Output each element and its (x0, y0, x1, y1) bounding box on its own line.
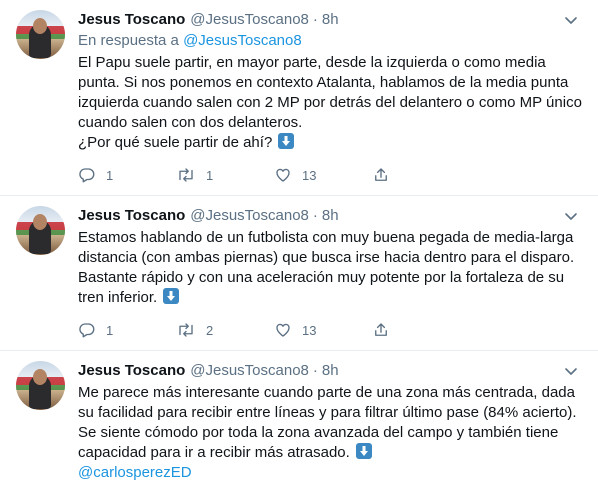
down-arrow-emoji-icon (278, 133, 295, 149)
heart-icon (274, 321, 292, 339)
retweet-icon (176, 321, 196, 339)
chevron-down-icon[interactable] (560, 361, 582, 381)
share-icon (372, 321, 390, 339)
retweet-count: 1 (206, 167, 214, 183)
share-button[interactable] (372, 166, 470, 184)
separator-dot: · (312, 207, 318, 224)
author-name[interactable]: Jesus Toscano (78, 10, 185, 30)
reply-icon (78, 166, 96, 184)
reply-count: 1 (106, 322, 114, 338)
author-handle[interactable]: @JesusToscano8 (190, 10, 309, 30)
author-handle[interactable]: @JesusToscano8 (190, 361, 309, 381)
avatar[interactable] (16, 361, 65, 410)
tweet-actions: 1 2 13 (78, 314, 582, 346)
author-name[interactable]: Jesus Toscano (78, 206, 185, 226)
retweet-icon (176, 166, 196, 184)
like-button[interactable]: 13 (274, 321, 372, 339)
reply-button[interactable]: 1 (78, 166, 176, 184)
retweet-count: 2 (206, 322, 214, 338)
down-arrow-emoji-icon (355, 443, 372, 459)
reply-button[interactable]: 1 (78, 321, 176, 339)
heart-icon (274, 166, 292, 184)
tweet-actions: 1 1 13 (78, 159, 582, 191)
share-icon (372, 166, 390, 184)
like-count: 13 (302, 167, 317, 183)
chevron-down-icon[interactable] (560, 10, 582, 30)
reply-icon (78, 321, 96, 339)
down-arrow-emoji-icon (163, 288, 180, 304)
tweet-text: Estamos hablando de un futbolista con mu… (78, 228, 582, 308)
tweet-text: Me parece más interesante cuando parte d… (78, 383, 582, 483)
tweet-header: Jesus Toscano @JesusToscano8 · 8h (78, 206, 582, 226)
share-button[interactable] (372, 321, 470, 339)
tweet-text: El Papu suele partir, en mayor parte, de… (78, 53, 582, 153)
separator-dot: · (312, 11, 318, 28)
timestamp[interactable]: 8h (322, 361, 339, 381)
mention-link[interactable]: @carlosperezED (78, 464, 192, 481)
retweet-button[interactable]: 2 (176, 321, 274, 339)
reply-context: En respuesta a @JesusToscano8 (78, 31, 582, 51)
separator-dot: · (312, 362, 318, 379)
tweet-header: Jesus Toscano @JesusToscano8 · 8h (78, 361, 582, 381)
tweet-header: Jesus Toscano @JesusToscano8 · 8h (78, 10, 582, 30)
tweet[interactable]: Jesus Toscano @JesusToscano8 · 8h Estamo… (0, 196, 598, 351)
chevron-down-icon[interactable] (560, 206, 582, 226)
like-count: 13 (302, 322, 317, 338)
reply-count: 1 (106, 167, 114, 183)
timestamp[interactable]: 8h (322, 206, 339, 226)
author-name[interactable]: Jesus Toscano (78, 361, 185, 381)
avatar[interactable] (16, 206, 65, 255)
tweet[interactable]: Jesus Toscano @JesusToscano8 · 8h En res… (0, 0, 598, 196)
tweet-text-content: Me parece más interesante cuando parte d… (78, 384, 577, 461)
tweet-text-content: El Papu suele partir, en mayor parte, de… (78, 54, 582, 151)
reply-prefix: En respuesta a (78, 32, 179, 49)
like-button[interactable]: 13 (274, 166, 372, 184)
tweet[interactable]: Jesus Toscano @JesusToscano8 · 8h Me par… (0, 351, 598, 483)
avatar[interactable] (16, 10, 65, 59)
author-handle[interactable]: @JesusToscano8 (190, 206, 309, 226)
retweet-button[interactable]: 1 (176, 166, 274, 184)
tweet-text-content: Estamos hablando de un futbolista con mu… (78, 229, 575, 306)
timestamp[interactable]: 8h (322, 10, 339, 30)
reply-handle-link[interactable]: @JesusToscano8 (183, 32, 302, 49)
